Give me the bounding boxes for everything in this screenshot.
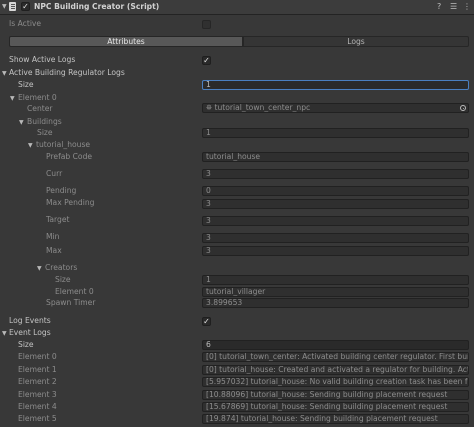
sliders-icon[interactable]: ☰: [450, 1, 457, 12]
tab-attributes[interactable]: Attributes: [9, 36, 243, 47]
regulator-size-field[interactable]: 1: [202, 80, 469, 90]
center-value: tutorial_town_center_npc: [214, 103, 311, 112]
pending-label: Pending: [46, 186, 77, 195]
buildings-size-label: Size: [37, 128, 53, 137]
center-object-field[interactable]: ⛯ tutorial_town_center_npc: [202, 103, 469, 113]
component-title: NPC Building Creator (Script): [34, 2, 160, 11]
kebab-menu-icon[interactable]: ⋮: [463, 1, 471, 12]
show-active-logs-label: Show Active Logs: [9, 55, 76, 64]
tutorial-house-foldout[interactable]: tutorial_house: [36, 139, 90, 151]
is-active-checkbox[interactable]: [202, 20, 211, 29]
event-element-label: Element 0: [18, 352, 57, 361]
tab-logs[interactable]: Logs: [243, 36, 469, 47]
max-pending-field[interactable]: 3: [202, 199, 469, 209]
max-label: Max: [46, 246, 62, 255]
spawn-timer-field[interactable]: 3.899653: [202, 298, 469, 308]
triangle-down-icon[interactable]: ▼: [2, 70, 7, 77]
regulator-size-label: Size: [18, 80, 34, 89]
prefab-code-label: Prefab Code: [46, 152, 93, 161]
buildings-size-field[interactable]: 1: [202, 128, 469, 138]
triangle-down-icon[interactable]: ▼: [10, 95, 15, 102]
component-header: ▼ ✓ NPC Building Creator (Script) ? ☰ ⋮: [0, 0, 474, 15]
event-element-label: Element 2: [18, 377, 57, 386]
is-active-label: Is Active: [9, 19, 42, 28]
prefab-code-field[interactable]: tutorial_house: [202, 152, 469, 162]
event-logs-size-field[interactable]: 6: [202, 340, 469, 350]
inspector-panel: ▼ ✓ NPC Building Creator (Script) ? ☰ ⋮ …: [0, 0, 474, 427]
show-active-logs-checkbox[interactable]: ✓: [202, 56, 211, 65]
triangle-down-icon[interactable]: ▼: [2, 330, 7, 337]
center-label: Center: [27, 104, 53, 113]
help-icon[interactable]: ?: [437, 1, 441, 12]
spawn-timer-label: Spawn Timer: [46, 298, 96, 307]
script-icon: [9, 2, 16, 11]
event-element-label: Element 3: [18, 390, 57, 399]
log-events-checkbox[interactable]: ✓: [202, 317, 211, 326]
triangle-down-icon[interactable]: ▼: [28, 142, 33, 149]
creators-element0-field[interactable]: tutorial_villager: [202, 287, 469, 297]
component-enabled-checkbox[interactable]: ✓: [21, 2, 30, 11]
event-logs-size-label: Size: [18, 340, 34, 349]
event-element-label: Element 5: [18, 414, 57, 423]
target-field[interactable]: 3: [202, 216, 469, 226]
event-element-field[interactable]: [15.67869] tutorial_house: Sending build…: [202, 402, 469, 412]
creators-size-field[interactable]: 1: [202, 275, 469, 285]
regulator-logs-foldout[interactable]: Active Building Regulator Logs: [9, 67, 125, 79]
event-element-label: Element 4: [18, 402, 57, 411]
curr-field[interactable]: 3: [202, 169, 469, 179]
triangle-down-icon[interactable]: ▼: [37, 265, 42, 272]
triangle-down-icon[interactable]: ▼: [19, 119, 24, 126]
min-field[interactable]: 3: [202, 233, 469, 243]
event-element-field[interactable]: [0] tutorial_town_center: Activated buil…: [202, 352, 469, 362]
creators-size-label: Size: [55, 275, 71, 284]
event-element-field[interactable]: [19.874] tutorial_house: Sending buildin…: [202, 414, 469, 424]
target-label: Target: [46, 215, 70, 224]
max-field[interactable]: 3: [202, 246, 469, 256]
max-pending-label: Max Pending: [46, 198, 95, 207]
event-element-field[interactable]: [10.88096] tutorial_house: Sending build…: [202, 390, 469, 400]
event-element-field[interactable]: [0] tutorial_house: Created and activate…: [202, 365, 469, 375]
event-element-label: Element 1: [18, 365, 57, 374]
object-picker-icon[interactable]: [460, 105, 466, 111]
log-events-label: Log Events: [9, 316, 51, 325]
creators-foldout[interactable]: Creators: [45, 262, 77, 274]
min-label: Min: [46, 232, 60, 241]
event-element-field[interactable]: [5.957032] tutorial_house: No valid buil…: [202, 377, 469, 387]
event-logs-foldout[interactable]: Event Logs: [9, 327, 51, 339]
prefab-icon: ⛯: [206, 103, 215, 112]
curr-label: Curr: [46, 169, 63, 178]
triangle-down-icon[interactable]: ▼: [2, 3, 7, 10]
tab-bar: Attributes Logs: [9, 36, 469, 47]
pending-field[interactable]: 0: [202, 186, 469, 196]
